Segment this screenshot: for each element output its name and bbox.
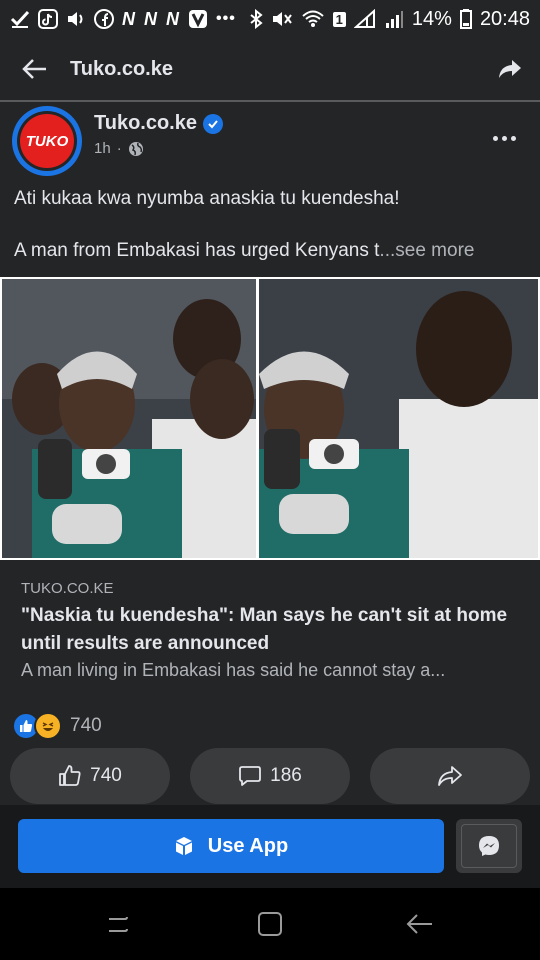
post-photo-left[interactable] bbox=[2, 279, 256, 558]
more-dot-icon bbox=[492, 135, 498, 141]
link-description: A man living in Embakasi has said he can… bbox=[21, 660, 446, 680]
status-left-icons: N N N ••• bbox=[10, 9, 236, 30]
tiktok-icon bbox=[38, 9, 58, 29]
more-dot-icon bbox=[501, 135, 507, 141]
verified-badge-icon bbox=[203, 113, 223, 134]
nav-back-icon bbox=[406, 914, 432, 934]
post-images[interactable] bbox=[0, 277, 540, 560]
post: TUKO Tuko.co.ke 1h · Ati kukaa kwa nyumb… bbox=[0, 102, 540, 807]
sim-slot-badge: 1 bbox=[332, 11, 346, 27]
link-preview[interactable]: TUKO.CO.KE "Naskia tu kuendesha": Man sa… bbox=[0, 560, 540, 690]
nav-back-button[interactable] bbox=[400, 906, 440, 942]
page-name[interactable]: Tuko.co.ke bbox=[94, 112, 223, 135]
use-app-footer: Use App bbox=[0, 805, 540, 888]
messenger-icon bbox=[479, 836, 499, 856]
share-arrow-icon bbox=[499, 60, 521, 78]
signal-icon bbox=[353, 9, 375, 28]
post-photo-right[interactable] bbox=[259, 279, 538, 558]
more-options-button[interactable] bbox=[484, 118, 524, 158]
like-count: 740 bbox=[90, 765, 122, 786]
back-button[interactable] bbox=[0, 38, 70, 100]
use-app-button[interactable]: Use App bbox=[18, 819, 444, 873]
comment-button[interactable]: 186 bbox=[190, 748, 350, 804]
signal-icon bbox=[385, 11, 403, 28]
recent-apps-button[interactable] bbox=[98, 906, 138, 942]
more-dots-icon: ••• bbox=[216, 10, 236, 27]
check-icon bbox=[10, 10, 30, 28]
post-text-line1: Ati kukaa kwa nyumba anaskia tu kuendesh… bbox=[14, 188, 400, 209]
facebook-icon bbox=[94, 9, 114, 29]
mute-icon bbox=[272, 12, 292, 26]
post-text-line2: A man from Embakasi has urged Kenyans t.… bbox=[14, 240, 474, 262]
share-button[interactable] bbox=[370, 748, 530, 804]
see-more-link[interactable]: ...see more bbox=[379, 240, 474, 261]
status-bar: N N N ••• 1 14% 20:48 bbox=[0, 0, 540, 38]
netflix-icon: N bbox=[166, 8, 180, 29]
more-dot-icon bbox=[510, 135, 516, 141]
meta-dot: · bbox=[116, 140, 122, 157]
photo-left-illustration bbox=[2, 279, 256, 558]
bluetooth-icon bbox=[250, 9, 263, 29]
recent-apps-icon bbox=[109, 916, 128, 932]
cube-icon bbox=[175, 837, 192, 855]
avatar-ring: TUKO bbox=[17, 111, 77, 171]
messenger-frame bbox=[461, 824, 517, 868]
vpn-icon bbox=[189, 10, 207, 28]
link-domain: TUKO.CO.KE bbox=[21, 580, 114, 597]
share-icon bbox=[438, 766, 462, 786]
post-actions: 740 186 bbox=[0, 748, 540, 804]
home-square-icon bbox=[258, 912, 282, 936]
comment-count: 186 bbox=[270, 765, 302, 786]
volume-icon bbox=[68, 12, 83, 26]
back-arrow-icon bbox=[22, 59, 46, 79]
avatar[interactable]: TUKO bbox=[12, 106, 82, 176]
post-meta: 1h · bbox=[94, 140, 144, 157]
tuko-logo: TUKO bbox=[20, 114, 74, 168]
page-name-text: Tuko.co.ke bbox=[94, 112, 197, 134]
netflix-icon: N bbox=[144, 8, 158, 29]
reactions-count: 740 bbox=[70, 715, 102, 736]
thumbs-up-icon bbox=[59, 765, 81, 786]
like-button[interactable]: 740 bbox=[10, 748, 170, 804]
post-time: 1h bbox=[94, 140, 111, 157]
haha-reaction-icon bbox=[34, 712, 62, 740]
netflix-icon: N bbox=[122, 8, 136, 29]
reactions-summary[interactable]: 740 bbox=[12, 712, 102, 740]
share-page-button[interactable] bbox=[480, 38, 540, 100]
home-button[interactable] bbox=[250, 906, 290, 942]
post-text-body: A man from Embakasi has urged Kenyans t bbox=[14, 240, 380, 261]
app-bar-title: Tuko.co.ke bbox=[70, 57, 173, 80]
status-right-icons: 1 14% 20:48 bbox=[249, 8, 530, 31]
messenger-button[interactable] bbox=[456, 819, 522, 873]
wifi-icon bbox=[302, 10, 324, 27]
battery-icon bbox=[459, 9, 472, 29]
comment-icon bbox=[239, 766, 262, 786]
use-app-label: Use App bbox=[207, 834, 289, 857]
link-title: "Naskia tu kuendesha": Man says he can't… bbox=[21, 605, 508, 654]
post-header: TUKO Tuko.co.ke 1h · bbox=[12, 106, 530, 176]
system-nav-bar bbox=[0, 888, 540, 960]
battery-percent: 14% bbox=[411, 7, 452, 30]
app-bar: Tuko.co.ke bbox=[0, 38, 540, 100]
clock: 20:48 bbox=[479, 7, 530, 30]
photo-right-illustration bbox=[259, 279, 538, 558]
globe-icon bbox=[128, 141, 143, 156]
